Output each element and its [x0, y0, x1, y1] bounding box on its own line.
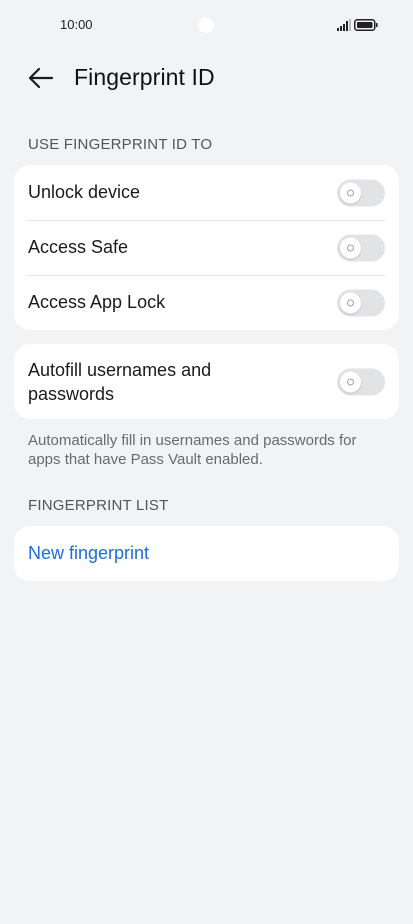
- header: Fingerprint ID: [0, 55, 413, 101]
- camera-cutout: [198, 17, 214, 33]
- use-options-card: Unlock device Access Safe Access App Loc…: [14, 165, 399, 330]
- status-bar: 10:00: [0, 0, 413, 50]
- page-title: Fingerprint ID: [74, 64, 215, 90]
- battery-icon: [354, 19, 378, 31]
- new-fingerprint-button[interactable]: New fingerprint: [14, 526, 399, 581]
- access-app-lock-label: Access App Lock: [28, 292, 166, 312]
- autofill-row[interactable]: Autofill usernames and passwords: [14, 344, 399, 419]
- toggle-knob: [340, 237, 361, 258]
- access-safe-label: Access Safe: [28, 237, 129, 257]
- access-app-lock-row[interactable]: Access App Lock: [14, 275, 399, 330]
- autofill-description: Automatically fill in usernames and pass…: [28, 432, 357, 468]
- access-app-lock-toggle[interactable]: [337, 289, 385, 316]
- autofill-toggle[interactable]: [337, 368, 385, 395]
- back-button[interactable]: [26, 63, 56, 93]
- access-safe-toggle[interactable]: [337, 234, 385, 261]
- signal-icon: [337, 19, 351, 31]
- unlock-device-label: Unlock device: [28, 182, 141, 202]
- toggle-knob: [340, 182, 361, 203]
- unlock-device-toggle[interactable]: [337, 179, 385, 206]
- toggle-knob: [340, 371, 361, 392]
- toggle-knob: [340, 292, 361, 313]
- status-time: 10:00: [60, 17, 93, 32]
- unlock-device-row[interactable]: Unlock device: [14, 165, 399, 220]
- arrow-left-icon: [28, 67, 54, 89]
- screen: 10:00 Fingerprint ID USE FINGERPRINT ID …: [0, 0, 413, 924]
- fingerprint-list-card: New fingerprint: [14, 526, 399, 581]
- new-fingerprint-label: New fingerprint: [28, 543, 150, 563]
- autofill-card: Autofill usernames and passwords: [14, 344, 399, 419]
- access-safe-row[interactable]: Access Safe: [14, 220, 399, 275]
- section-label-list: FINGERPRINT LIST: [28, 497, 169, 514]
- autofill-label: Autofill usernames and passwords: [28, 359, 212, 404]
- section-label-use: USE FINGERPRINT ID TO: [28, 136, 213, 153]
